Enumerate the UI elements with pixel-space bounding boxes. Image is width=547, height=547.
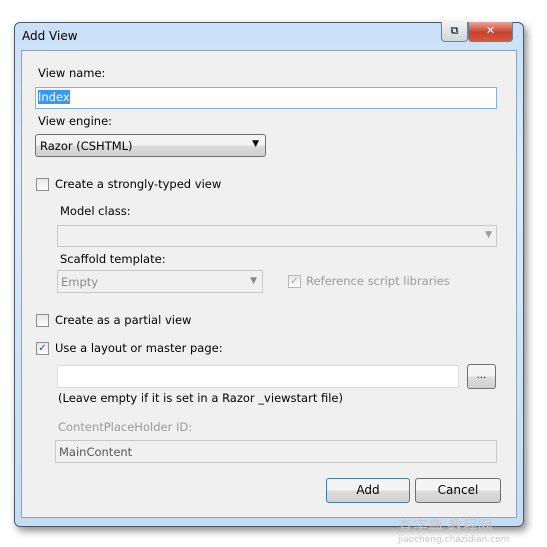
layout-checkbox[interactable]: ✓	[36, 342, 49, 355]
content-placeholder-label: ContentPlaceHolder ID:	[58, 420, 193, 434]
scaffold-template-select[interactable]: Empty ▼	[57, 270, 263, 293]
model-class-label: Model class:	[60, 204, 131, 218]
view-engine-value: Razor (CSHTML)	[40, 139, 133, 153]
chevron-down-icon: ▼	[252, 139, 259, 149]
watermark-url: jiaocheng.chazidian.com	[398, 535, 510, 545]
dialog-title: Add View	[22, 29, 78, 43]
partial-view-checkbox[interactable]	[36, 314, 49, 327]
view-name-value: Index	[38, 90, 70, 104]
watermark: 查字典 教程网	[398, 517, 493, 535]
content-placeholder-input[interactable]: MainContent	[55, 440, 497, 463]
reference-scripts-label: Reference script libraries	[306, 274, 450, 288]
view-engine-select[interactable]: Razor (CSHTML) ▼	[35, 134, 266, 157]
view-engine-label: View engine:	[38, 114, 113, 128]
strongly-typed-checkbox[interactable]	[36, 178, 49, 191]
view-name-label: View name:	[38, 66, 106, 80]
view-name-input[interactable]: Index	[35, 87, 497, 109]
context-help-icon: ⧉	[450, 24, 459, 37]
close-icon: ✕	[485, 24, 496, 37]
chevron-down-icon: ▼	[485, 230, 492, 240]
cancel-button[interactable]: Cancel	[415, 478, 501, 503]
help-button[interactable]: ⧉	[441, 22, 468, 42]
scaffold-template-label: Scaffold template:	[60, 252, 166, 266]
content-placeholder-value: MainContent	[59, 445, 133, 459]
layout-label: Use a layout or master page:	[55, 341, 223, 355]
reference-scripts-checkbox[interactable]: ✓	[288, 275, 301, 288]
strongly-typed-label: Create a strongly-typed view	[55, 177, 222, 191]
browse-button[interactable]: ...	[467, 364, 496, 389]
close-button[interactable]: ✕	[468, 22, 513, 42]
layout-hint: (Leave empty if it is set in a Razor _vi…	[58, 391, 343, 405]
scaffold-template-value: Empty	[61, 275, 99, 289]
chevron-down-icon: ▼	[250, 276, 257, 286]
model-class-combo[interactable]: ▼	[57, 225, 497, 247]
layout-path-input[interactable]	[57, 365, 459, 388]
partial-view-label: Create as a partial view	[55, 313, 192, 327]
add-button[interactable]: Add	[326, 478, 410, 503]
